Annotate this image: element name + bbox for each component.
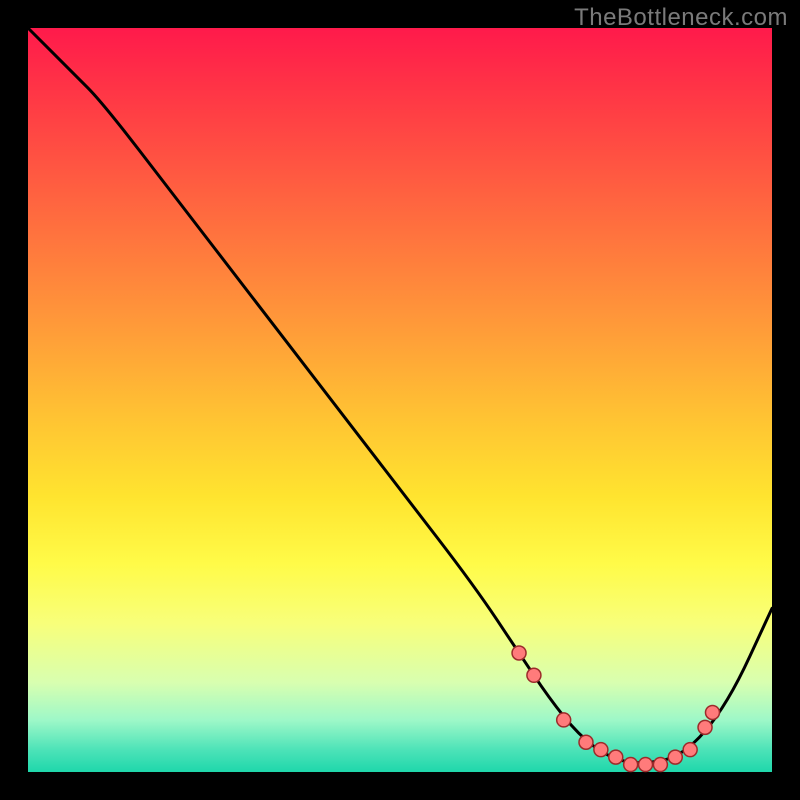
bottleneck-curve bbox=[28, 28, 772, 763]
highlight-dot bbox=[653, 758, 667, 772]
highlight-dot bbox=[527, 668, 541, 682]
highlight-dot bbox=[557, 713, 571, 727]
highlight-dot bbox=[624, 758, 638, 772]
highlight-dot bbox=[698, 720, 712, 734]
chart-svg bbox=[28, 28, 772, 772]
highlight-dot bbox=[594, 743, 608, 757]
chart-frame: TheBottleneck.com bbox=[0, 0, 800, 800]
highlight-dot bbox=[639, 758, 653, 772]
highlight-dot bbox=[683, 743, 697, 757]
highlight-dot bbox=[609, 750, 623, 764]
watermark-text: TheBottleneck.com bbox=[574, 4, 788, 32]
highlight-dots-group bbox=[512, 646, 719, 772]
plot-area bbox=[28, 28, 772, 772]
highlight-dot bbox=[668, 750, 682, 764]
highlight-dot bbox=[705, 705, 719, 719]
highlight-dot bbox=[579, 735, 593, 749]
highlight-dot bbox=[512, 646, 526, 660]
